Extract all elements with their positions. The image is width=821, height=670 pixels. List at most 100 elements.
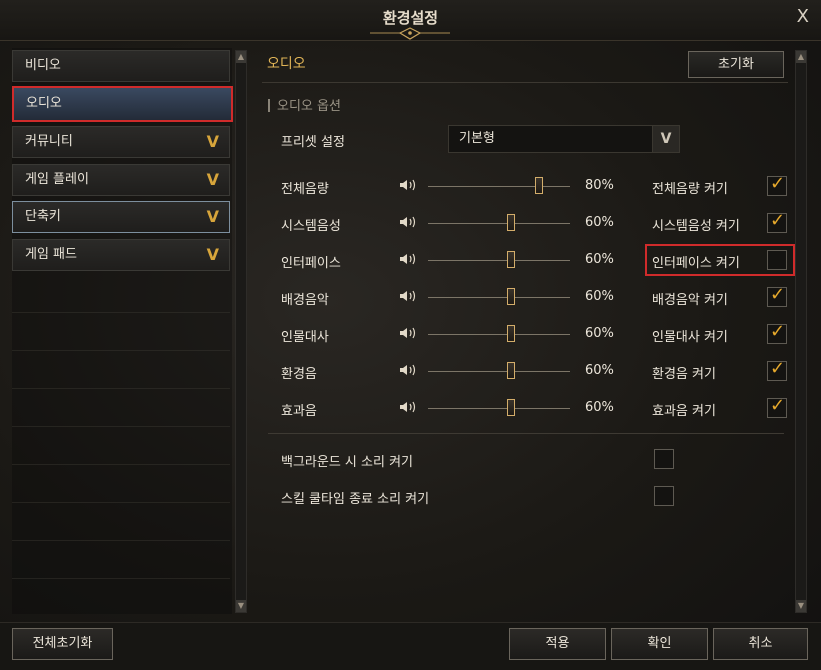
volume-percent: 60% [585, 326, 614, 341]
channel-label: 환경음 [281, 367, 317, 382]
section-title: 오디오 [267, 56, 306, 72]
channel-label: 시스템음성 [281, 219, 341, 234]
speaker-icon[interactable] [399, 289, 421, 306]
channel-toggle-label: 전체음량 켜기 [652, 182, 728, 197]
settings-window: 환경설정 X 비디오 오디오 커뮤니티 V 게임 플레이 V 단축키 V 게임 … [0, 0, 821, 670]
volume-slider-track[interactable] [428, 371, 570, 372]
channel-label: 효과음 [281, 404, 317, 419]
cancel-button[interactable]: 취소 [713, 628, 808, 660]
reset-button[interactable]: 초기화 [688, 51, 784, 78]
volume-slider-handle[interactable] [507, 325, 516, 342]
channel-toggle-checkbox[interactable]: ✓ [767, 321, 787, 344]
preset-select[interactable]: 기본형 V [448, 125, 680, 153]
sidebar-item-label: 게임 패드 [25, 247, 77, 262]
speaker-icon[interactable] [399, 215, 421, 232]
divider [12, 312, 230, 313]
check-icon: ✓ [770, 395, 786, 416]
sidebar-item-label: 커뮤니티 [25, 134, 73, 149]
chevron-down-icon: V [206, 245, 219, 264]
cooldown-sound-checkbox[interactable] [654, 486, 674, 506]
subheading-bar [268, 99, 270, 112]
sidebar-item-label: 비디오 [25, 58, 61, 73]
close-button[interactable]: X [797, 6, 809, 27]
channel-label: 배경음악 [281, 293, 329, 308]
channel-label: 인물대사 [281, 330, 329, 345]
divider [12, 540, 230, 541]
ok-button[interactable]: 확인 [611, 628, 708, 660]
divider [12, 388, 230, 389]
subheading-text: 오디오 옵션 [277, 99, 341, 114]
channel-toggle-label: 효과음 켜기 [652, 404, 716, 419]
chevron-down-icon: V [206, 207, 219, 226]
sidebar-item-community[interactable]: 커뮤니티 V [12, 126, 230, 158]
sidebar-item-audio[interactable]: 오디오 [12, 86, 233, 122]
channel-label: 인터페이스 [281, 256, 341, 271]
chevron-down-icon: V [206, 170, 219, 189]
divider [12, 464, 230, 465]
volume-slider-track[interactable] [428, 186, 570, 187]
volume-slider-handle[interactable] [507, 362, 516, 379]
content-scrollbar[interactable]: ▲ ▼ [795, 50, 807, 613]
divider [12, 426, 230, 427]
scroll-down-icon[interactable]: ▼ [236, 600, 246, 612]
chevron-down-icon[interactable]: V [652, 126, 679, 152]
sidebar-item-gameplay[interactable]: 게임 플레이 V [12, 164, 230, 196]
apply-button[interactable]: 적용 [509, 628, 606, 660]
sidebar-item-label: 오디오 [26, 96, 62, 111]
reset-all-button[interactable]: 전체초기화 [12, 628, 113, 660]
speaker-icon[interactable] [399, 400, 421, 417]
channel-toggle-label: 배경음악 켜기 [652, 293, 728, 308]
option-label: 스킬 쿨타임 종료 소리 켜기 [281, 492, 430, 507]
volume-slider-track[interactable] [428, 297, 570, 298]
channel-toggle-checkbox[interactable]: ✓ [767, 173, 787, 196]
speaker-icon[interactable] [399, 252, 421, 269]
speaker-icon[interactable] [399, 363, 421, 380]
volume-slider-handle[interactable] [534, 177, 543, 194]
volume-percent: 60% [585, 363, 614, 378]
channel-toggle-label: 시스템음성 켜기 [652, 219, 740, 234]
sidebar-item-shortcuts[interactable]: 단축키 V [12, 201, 230, 233]
volume-percent: 60% [585, 215, 614, 230]
divider [262, 82, 788, 83]
speaker-icon[interactable] [399, 178, 421, 195]
volume-slider-track[interactable] [428, 223, 570, 224]
sidebar-item-label: 단축키 [25, 209, 61, 224]
sidebar-scrollbar[interactable]: ▲ ▼ [235, 50, 247, 613]
channel-label: 전체음량 [281, 182, 329, 197]
volume-slider-track[interactable] [428, 334, 570, 335]
divider [12, 502, 230, 503]
sidebar-item-label: 게임 플레이 [25, 172, 89, 187]
volume-slider-handle[interactable] [507, 214, 516, 231]
title-bar: 환경설정 X [0, 0, 821, 41]
divider [12, 578, 230, 579]
volume-percent: 60% [585, 400, 614, 415]
volume-slider-track[interactable] [428, 260, 570, 261]
divider [12, 350, 230, 351]
volume-slider-handle[interactable] [507, 288, 516, 305]
scroll-up-icon[interactable]: ▲ [796, 51, 806, 63]
volume-percent: 60% [585, 252, 614, 267]
preset-label: 프리셋 설정 [281, 135, 345, 150]
channel-toggle-checkbox[interactable]: ✓ [767, 284, 787, 307]
sidebar-item-video[interactable]: 비디오 [12, 50, 230, 82]
scroll-up-icon[interactable]: ▲ [236, 51, 246, 63]
channel-toggle-checkbox[interactable]: ✓ [767, 358, 787, 381]
title-ornament-icon [370, 27, 450, 40]
window-title: 환경설정 [382, 9, 439, 27]
speaker-icon[interactable] [399, 326, 421, 343]
channel-toggle-label: 환경음 켜기 [652, 367, 716, 382]
channel-toggle-checkbox[interactable]: ✓ [767, 395, 787, 418]
channel-toggle-checkbox[interactable]: ✓ [767, 210, 787, 233]
check-icon: ✓ [770, 321, 786, 342]
volume-slider-handle[interactable] [507, 399, 516, 416]
background-sound-checkbox[interactable] [654, 449, 674, 469]
highlight-box [645, 244, 795, 276]
sidebar-item-gamepad[interactable]: 게임 패드 V [12, 239, 230, 271]
volume-slider-handle[interactable] [507, 251, 516, 268]
volume-percent: 60% [585, 289, 614, 304]
subheading: 오디오 옵션 [268, 95, 341, 114]
volume-percent: 80% [585, 178, 614, 193]
volume-slider-track[interactable] [428, 408, 570, 409]
check-icon: ✓ [770, 358, 786, 379]
scroll-down-icon[interactable]: ▼ [796, 600, 806, 612]
